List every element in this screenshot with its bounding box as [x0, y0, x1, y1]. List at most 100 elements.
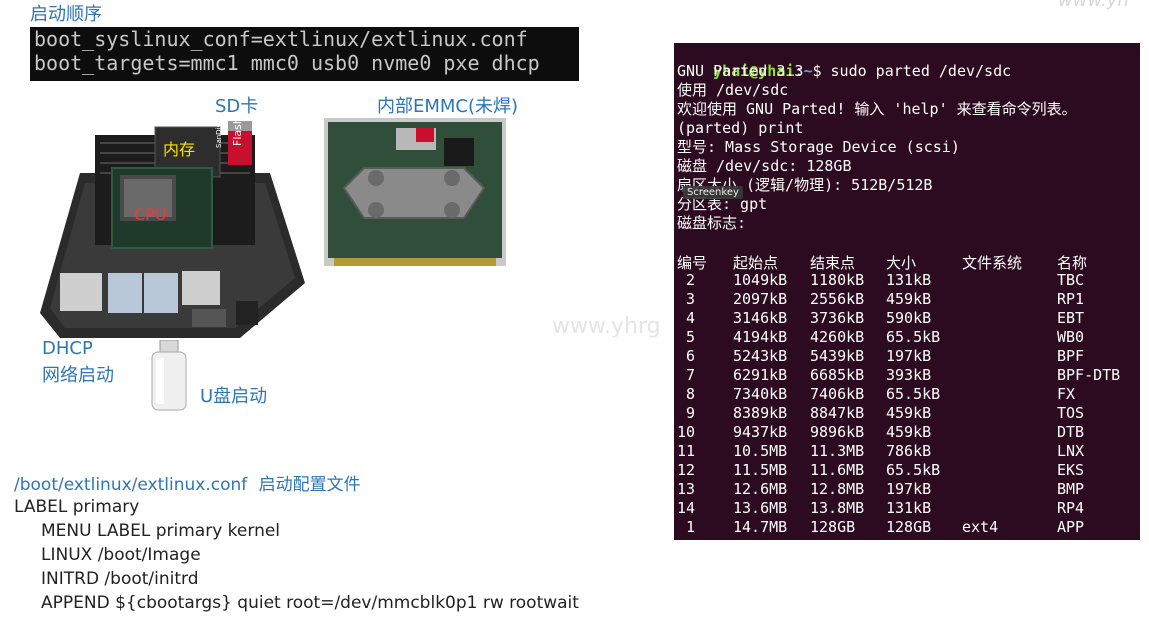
partition-table-header: 大小: [886, 254, 917, 272]
conf-path-heading: /boot/extlinux/extlinux.conf 启动配置文件: [14, 470, 361, 495]
partition-table-cell: 6: [686, 347, 696, 365]
conf-line-label: LABEL primary: [14, 497, 140, 517]
partition-table-cell: 14: [677, 499, 696, 517]
partition-table-header: 结束点: [810, 254, 856, 272]
partition-table-cell: 9896kB: [810, 423, 865, 441]
emmc-module-image: [324, 118, 506, 266]
partition-table-header: 文件系统: [962, 254, 1023, 272]
partition-table-header: 名称: [1057, 254, 1088, 272]
partition-table-cell: 13.6MB: [733, 499, 788, 517]
partition-table-cell: APP: [1057, 518, 1085, 536]
sd-card-label: SD卡: [215, 96, 259, 117]
terminal-output-line: GNU Parted 3.3: [677, 62, 804, 80]
partition-table-cell: 7406kB: [810, 385, 865, 403]
usb-boot-label: U盘启动: [200, 386, 268, 407]
partition-table-cell: 8: [686, 385, 696, 403]
partition-table-cell: EBT: [1057, 309, 1085, 327]
partition-table-cell: 13: [677, 480, 696, 498]
partition-table-cell: 131kB: [886, 499, 932, 517]
prompt-command: $ sudo parted /dev/sdc: [812, 62, 1012, 80]
emmc-label: 内部EMMC(未焊): [377, 96, 519, 117]
partition-table-cell: 786kB: [886, 442, 932, 460]
partition-table-cell: 8389kB: [733, 404, 788, 422]
partition-table-cell: 590kB: [886, 309, 932, 327]
conf-line-append: APPEND ${cbootargs} quiet root=/dev/mmcb…: [41, 593, 579, 613]
terminal-output-line: (parted) print: [677, 119, 804, 137]
partition-table-cell: 9437kB: [733, 423, 788, 441]
partition-table-cell: BMP: [1057, 480, 1085, 498]
conf-line-menu-label: MENU LABEL primary kernel: [41, 521, 281, 541]
partition-table-cell: 393kB: [886, 366, 932, 384]
partition-table-cell: 3736kB: [810, 309, 865, 327]
terminal-output-line: 型号: Mass Storage Device (scsi): [677, 138, 960, 156]
terminal-output-line: 欢迎使用 GNU Parted! 输入 'help' 来查看命令列表。: [677, 100, 1077, 118]
partition-table-cell: 11.5MB: [733, 461, 788, 479]
terminal-output-line: 使用 /dev/sdc: [677, 81, 789, 99]
memory-label: 内存: [163, 140, 196, 159]
partition-table-cell: 131kB: [886, 271, 932, 289]
partition-table-cell: 11: [677, 442, 696, 460]
partition-table-cell: RP1: [1057, 290, 1085, 308]
partition-table-cell: TOS: [1057, 404, 1085, 422]
conf-path: /boot/extlinux/extlinux.conf: [14, 475, 248, 495]
partition-table-cell: 3146kB: [733, 309, 788, 327]
partition-table-cell: 12: [677, 461, 696, 479]
partition-table-cell: BPF: [1057, 347, 1085, 365]
partition-table-cell: 13.8MB: [810, 499, 865, 517]
conf-line-linux: LINUX /boot/Image: [41, 545, 201, 565]
partition-table-cell: DTB: [1057, 423, 1085, 441]
boot-order-title: 启动顺序: [30, 4, 102, 25]
terminal-window[interactable]: yhai@yhai:~$ sudo parted /dev/sdc GNU Pa…: [674, 43, 1140, 540]
partition-table-cell: 128GB: [810, 518, 856, 536]
partition-table-header: 编号: [677, 254, 708, 272]
boot-snippet-line: boot_targets=mmc1 mmc0 usb0 nvme0 pxe dh…: [34, 51, 540, 75]
partition-table-cell: TBC: [1057, 271, 1085, 289]
partition-table-cell: 12.8MB: [810, 480, 865, 498]
partition-table-cell: 1049kB: [733, 271, 788, 289]
partition-table-cell: 7340kB: [733, 385, 788, 403]
usb-stick-image: [148, 339, 190, 412]
partition-table-cell: 1180kB: [810, 271, 865, 289]
partition-table-cell: 459kB: [886, 404, 932, 422]
partition-table-cell: 10.5MB: [733, 442, 788, 460]
boot-snippet-line: boot_syslinux_conf=extlinux/extlinux.con…: [34, 27, 528, 51]
partition-table-cell: 3: [686, 290, 696, 308]
partition-table-cell: 197kB: [886, 347, 932, 365]
terminal-output-line: 磁盘 /dev/sdc: 128GB: [677, 157, 852, 175]
partition-table-cell: 2: [686, 271, 696, 289]
partition-table-cell: RP4: [1057, 499, 1085, 517]
partition-table-cell: 8847kB: [810, 404, 865, 422]
partition-table-cell: LNX: [1057, 442, 1085, 460]
cpu-label: CPU: [134, 205, 167, 224]
partition-table-cell: 1: [686, 518, 696, 536]
sd-card-flash-text: Flash: [231, 117, 244, 146]
partition-table-cell: 197kB: [886, 480, 932, 498]
network-boot-label: 网络启动: [42, 365, 114, 386]
partition-table-cell: 65.5kB: [886, 461, 941, 479]
partition-table-cell: 6291kB: [733, 366, 788, 384]
partition-table-cell: 459kB: [886, 290, 932, 308]
partition-table-cell: 65.5kB: [886, 385, 941, 403]
partition-table-cell: 12.6MB: [733, 480, 788, 498]
terminal-output-line: 磁盘标志:: [677, 214, 747, 232]
partition-table-cell: EKS: [1057, 461, 1085, 479]
screenkey-badge: Screenkey: [683, 186, 743, 199]
partition-table-cell: 128GB: [886, 518, 932, 536]
partition-table-cell: 5439kB: [810, 347, 865, 365]
partition-table-cell: 459kB: [886, 423, 932, 441]
partition-table-cell: 7: [686, 366, 696, 384]
partition-table-cell: 6685kB: [810, 366, 865, 384]
partition-table-cell: 4194kB: [733, 328, 788, 346]
partition-table-cell: 10: [677, 423, 696, 441]
partition-table-cell: ext4: [962, 518, 999, 536]
partition-table-cell: 65.5kB: [886, 328, 941, 346]
partition-table-cell: 9: [686, 404, 696, 422]
conf-line-initrd: INITRD /boot/initrd: [41, 569, 199, 589]
partition-table-cell: 14.7MB: [733, 518, 788, 536]
watermark-top: www.yh: [1058, 0, 1129, 11]
boot-config-snippet: boot_syslinux_conf=extlinux/extlinux.con…: [30, 27, 579, 81]
dhcp-label: DHCP: [42, 338, 93, 359]
sd-card-brand-text: SanDisk: [215, 119, 223, 148]
watermark-mid: www.yhrg: [552, 314, 661, 339]
partition-table-cell: 2556kB: [810, 290, 865, 308]
